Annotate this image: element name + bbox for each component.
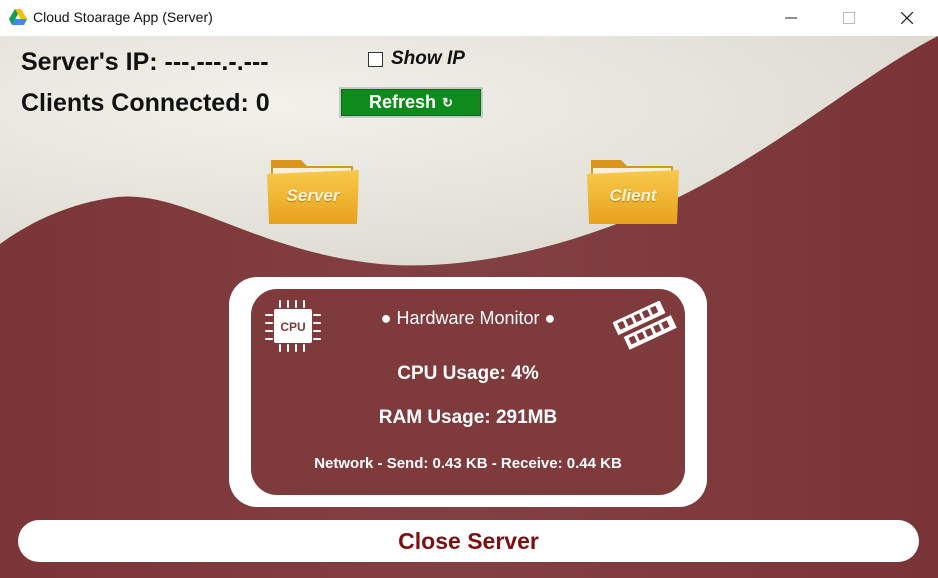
checkbox-box[interactable] [368, 51, 383, 67]
ram-usage-value: RAM Usage: 291MB [378, 407, 558, 428]
window-title: Cloud Stoarage App (Server) [33, 9, 213, 25]
client-folder[interactable]: Client [587, 156, 679, 226]
hardware-monitor-panel: CPU ● Hardware Monitor ● CPU Usage: 4% R… [229, 277, 707, 507]
network-usage-value: Network - Send: 0.43 KB - Receive: 0.44 … [314, 455, 622, 472]
refresh-label: Refresh [369, 92, 437, 112]
close-server-button[interactable]: Close Server [18, 520, 919, 562]
close-server-label: Close Server [398, 527, 539, 554]
hardware-monitor-inner: CPU ● Hardware Monitor ● CPU Usage: 4% R… [251, 289, 685, 495]
google-drive-icon [9, 9, 27, 25]
client-area: Server's IP: ---.---.-.--- Clients Conne… [0, 36, 938, 578]
ram-icon [613, 301, 677, 350]
refresh-button[interactable]: Refresh ↻ [339, 87, 483, 118]
minimize-icon [785, 17, 797, 19]
close-window-button[interactable] [884, 0, 930, 36]
refresh-icon: ↻ [442, 94, 453, 110]
maximize-button[interactable] [826, 0, 872, 36]
server-folder[interactable]: Server [267, 156, 359, 226]
cpu-usage-value: CPU Usage: 4% [397, 363, 539, 384]
show-ip-checkbox[interactable]: Show IP [368, 48, 465, 70]
server-folder-label: Server [286, 186, 340, 205]
client-folder-label: Client [609, 186, 657, 205]
close-icon [901, 12, 913, 24]
show-ip-label[interactable]: Show IP [391, 48, 465, 70]
server-ip-label: Server's IP: ---.---.-.--- [21, 48, 269, 76]
clients-connected-label: Clients Connected: 0 [21, 89, 270, 117]
title-bar: Cloud Stoarage App (Server) [0, 0, 938, 36]
minimize-button[interactable] [768, 0, 814, 36]
maximize-icon [843, 12, 855, 24]
